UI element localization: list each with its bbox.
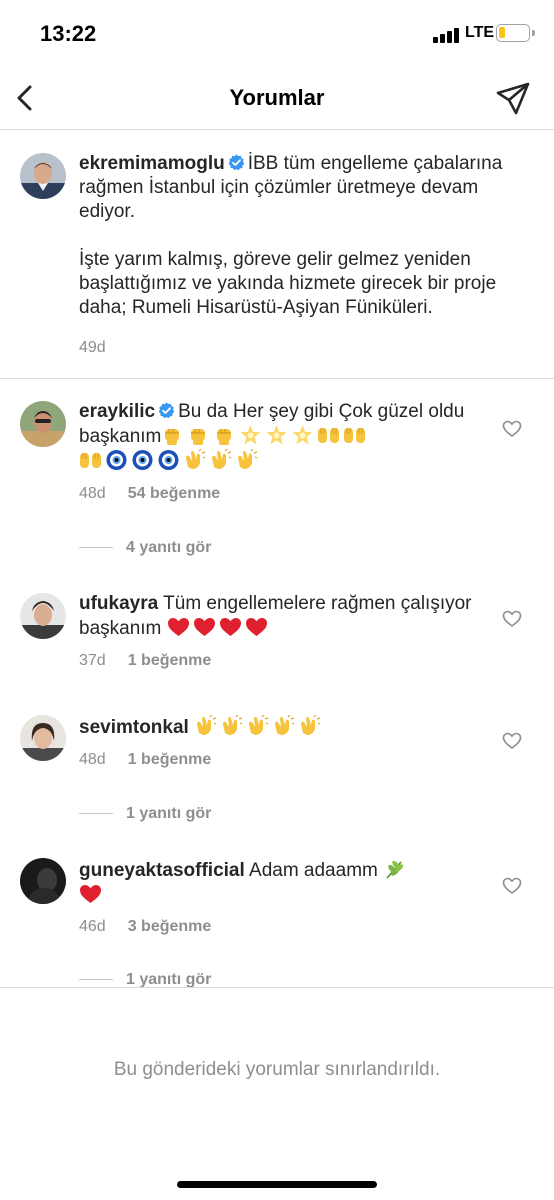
clapping-hands-emoji-icon bbox=[235, 448, 258, 471]
raising-hands-emoji-icon bbox=[317, 424, 340, 446]
comment-time: 37d bbox=[79, 652, 106, 669]
view-replies-label: 1 yanıtı gör bbox=[126, 805, 212, 822]
avatar[interactable] bbox=[20, 593, 66, 639]
comment-text: guneyaktasofficial Adam adaamm bbox=[79, 858, 479, 908]
caption-text: ekremimamoglu İBB tüm engelleme çabaların… bbox=[79, 152, 539, 320]
clapping-hands-emoji-icon bbox=[272, 714, 295, 737]
status-time: 13:22 bbox=[40, 21, 97, 46]
comment-meta: 37d 1 beğenme bbox=[79, 652, 211, 670]
view-replies-label: 1 yanıtı gör bbox=[126, 971, 212, 988]
comment-text: ufukayra Tüm engellemelere rağmen çalışı… bbox=[79, 592, 479, 641]
avatar[interactable] bbox=[20, 858, 66, 904]
comment-meta: 48d 54 beğenme bbox=[79, 485, 220, 503]
comment-time: 49d bbox=[79, 339, 106, 356]
comment-item: eraykilic Bu da Her şey gibi Çok güzel ol… bbox=[0, 379, 554, 569]
raised-fist-emoji-icon bbox=[187, 424, 210, 446]
comment-username[interactable]: eraykilic bbox=[79, 401, 155, 422]
red-heart-emoji-icon bbox=[193, 616, 216, 638]
caption-paragraph-2: İşte yarım kalmış, göreve gelir gelmez y… bbox=[79, 249, 497, 318]
clapping-hands-emoji-icon bbox=[298, 714, 321, 737]
red-heart-emoji-icon bbox=[245, 616, 268, 638]
clapping-hands-emoji-icon bbox=[209, 448, 232, 471]
network-label: LTE bbox=[465, 24, 495, 41]
comment-meta: 46d 3 beğenme bbox=[79, 918, 211, 936]
clapping-hands-emoji-icon bbox=[246, 714, 269, 737]
like-heart-icon[interactable] bbox=[502, 731, 522, 751]
comment-username[interactable]: sevimtonkal bbox=[79, 717, 189, 738]
like-count[interactable]: 1 beğenme bbox=[128, 751, 212, 768]
comment-username[interactable]: ufukayra bbox=[79, 593, 158, 614]
comment-item: sevimtonkal 48d 1 beğenme 1 yanıtı gör bbox=[0, 712, 554, 827]
post-caption: ekremimamoglu İBB tüm engelleme çabaların… bbox=[0, 130, 554, 379]
comment-time: 48d bbox=[79, 751, 106, 768]
page-title: Yorumlar bbox=[229, 85, 325, 110]
restricted-notice: Bu gönderideki yorumlar sınırlandırıldı. bbox=[113, 1059, 441, 1080]
comment-time: 46d bbox=[79, 918, 106, 935]
view-replies-label: 4 yanıtı gör bbox=[126, 539, 212, 556]
battery-level bbox=[499, 27, 505, 38]
comment-text: eraykilic Bu da Her şey gibi Çok güzel ol… bbox=[79, 400, 479, 474]
herb-emoji-icon bbox=[383, 858, 406, 880]
avatar[interactable] bbox=[20, 715, 66, 761]
like-heart-icon[interactable] bbox=[502, 876, 522, 896]
like-count[interactable]: 1 beğenme bbox=[128, 652, 212, 669]
verified-badge-icon bbox=[158, 402, 175, 419]
comment-item: ufukayra Tüm engellemelere rağmen çalışı… bbox=[0, 590, 554, 690]
paper-plane-icon[interactable] bbox=[494, 80, 532, 116]
view-replies-button[interactable]: 1 yanıtı gör bbox=[79, 805, 211, 823]
comment-username[interactable]: ekremimamoglu bbox=[79, 153, 225, 174]
reply-divider-line bbox=[79, 979, 113, 981]
like-heart-icon[interactable] bbox=[502, 419, 522, 439]
red-heart-emoji-icon bbox=[167, 616, 190, 638]
like-count[interactable]: 3 beğenme bbox=[128, 918, 212, 935]
nazar-amulet-emoji-icon bbox=[105, 449, 128, 471]
battery-icon bbox=[496, 24, 530, 42]
comment-text: sevimtonkal bbox=[79, 714, 479, 740]
clapping-hands-emoji-icon bbox=[220, 714, 243, 737]
raising-hands-emoji-icon bbox=[79, 449, 102, 471]
battery-cap bbox=[532, 30, 535, 36]
comments-restricted-footer: Bu gönderideki yorumlar sınırlandırıldı. bbox=[0, 987, 554, 1200]
clapping-hands-emoji-icon bbox=[183, 448, 206, 471]
comment-meta: 48d 1 beğenme bbox=[79, 751, 211, 769]
glowing-star-emoji-icon bbox=[291, 424, 314, 446]
avatar[interactable] bbox=[20, 153, 66, 199]
comment-meta: 49d bbox=[79, 339, 106, 357]
raised-fist-emoji-icon bbox=[161, 424, 184, 446]
clapping-hands-emoji-icon bbox=[194, 714, 217, 737]
glowing-star-emoji-icon bbox=[265, 424, 288, 446]
top-nav: Yorumlar bbox=[0, 70, 554, 130]
reply-divider-line bbox=[79, 813, 113, 815]
red-heart-emoji-icon bbox=[79, 883, 102, 905]
red-heart-emoji-icon bbox=[219, 616, 242, 638]
like-count[interactable]: 54 beğenme bbox=[128, 485, 220, 502]
home-indicator[interactable] bbox=[177, 1181, 377, 1188]
nazar-amulet-emoji-icon bbox=[131, 449, 154, 471]
status-bar: 13:22 LTE bbox=[0, 0, 554, 70]
comment-time: 48d bbox=[79, 485, 106, 502]
nazar-amulet-emoji-icon bbox=[157, 449, 180, 471]
reply-divider-line bbox=[79, 547, 113, 549]
raised-fist-emoji-icon bbox=[213, 424, 236, 446]
comment-username[interactable]: guneyaktasofficial bbox=[79, 860, 245, 881]
raising-hands-emoji-icon bbox=[343, 424, 366, 446]
view-replies-button[interactable]: 4 yanıtı gör bbox=[79, 539, 211, 557]
verified-badge-icon bbox=[228, 154, 245, 171]
glowing-star-emoji-icon bbox=[239, 424, 262, 446]
avatar[interactable] bbox=[20, 401, 66, 447]
like-heart-icon[interactable] bbox=[502, 609, 522, 629]
comment-item: guneyaktasofficial Adam adaamm 46d 3 beğe… bbox=[0, 855, 554, 990]
signal-icon bbox=[433, 27, 461, 43]
comment-body: Adam adaamm bbox=[249, 860, 378, 881]
